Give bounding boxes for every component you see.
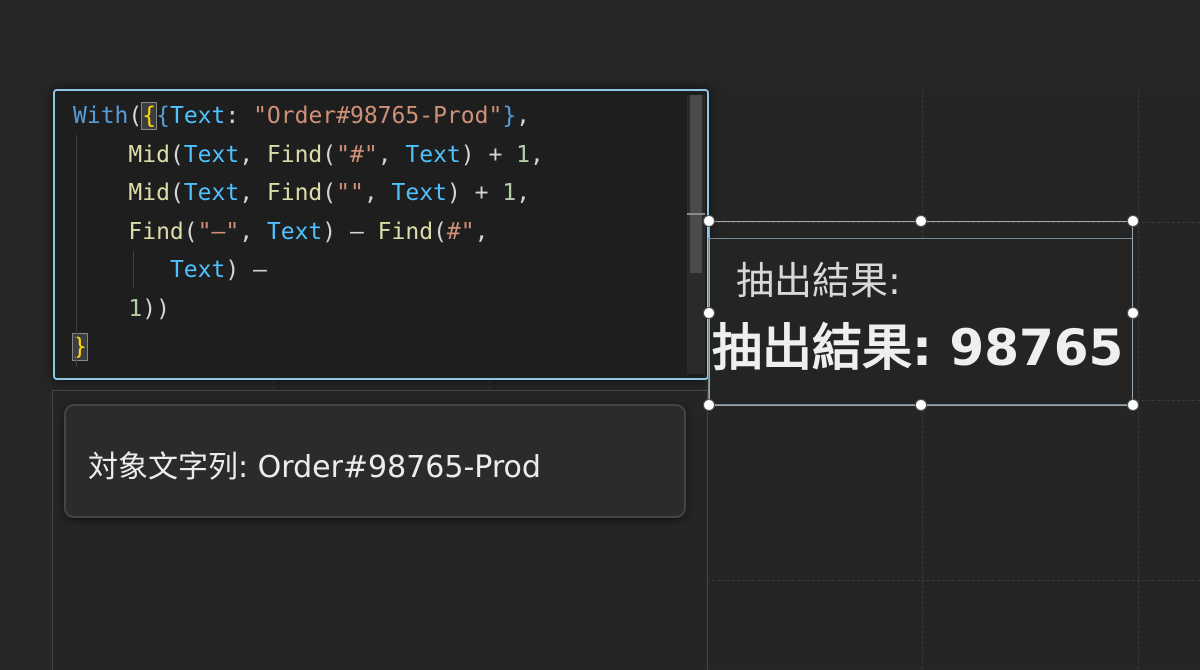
target-string-label[interactable]: 対象文字列: Order#98765-Prod <box>64 404 686 518</box>
code-line[interactable]: With({{Text: "Order#98765-Prod"}, <box>73 97 544 136</box>
indent-guide <box>76 135 77 367</box>
formula-editor[interactable]: With({{Text: "Order#98765-Prod"}, Mid(Te… <box>53 89 709 380</box>
resize-handle-top-right[interactable] <box>1127 215 1139 227</box>
code-token: "Order#98765-Prod" <box>253 103 503 129</box>
code-token: ( <box>322 180 337 206</box>
code-token: "#" <box>336 141 378 168</box>
code-token: , <box>239 218 267 245</box>
formula-code[interactable]: With({{Text: "Order#98765-Prod"}, Mid(Te… <box>72 97 544 367</box>
code-token: { <box>156 103 170 129</box>
code-token: ( <box>128 103 143 129</box>
code-line[interactable]: Text) – <box>73 251 544 290</box>
code-token: , <box>239 180 267 206</box>
code-token: Text <box>405 141 461 168</box>
code-token: Text <box>391 180 447 206</box>
code-token: 1 <box>516 141 531 168</box>
resize-handle-top-left[interactable] <box>703 215 715 227</box>
code-token: Mid <box>128 141 170 168</box>
code-token: Text <box>183 180 240 206</box>
code-token: , <box>474 218 489 245</box>
code-token: ( <box>183 218 198 245</box>
code-line[interactable]: 1)) <box>73 290 544 329</box>
resize-handle-bottom[interactable] <box>915 399 927 411</box>
code-token: { <box>141 102 158 130</box>
scrollbar-thumb[interactable] <box>690 95 702 273</box>
code-token: 1 <box>128 295 143 322</box>
code-line[interactable]: Mid(Text, Find("#", Text) + 1, <box>73 136 544 175</box>
resize-handle-bottom-right[interactable] <box>1127 399 1139 411</box>
code-token: ) – <box>225 257 267 283</box>
code-token: Text <box>169 257 226 283</box>
code-token: Text <box>266 218 323 245</box>
code-token: Text <box>169 103 226 129</box>
code-token: "–" <box>197 218 240 245</box>
code-token: , <box>377 141 406 168</box>
code-token: : <box>225 103 254 129</box>
code-token: , <box>239 141 267 168</box>
code-token: , <box>516 103 531 129</box>
resize-handle-right[interactable] <box>1127 307 1139 319</box>
result-label-caption: 抽出結果: <box>736 259 901 303</box>
code-token: ) + <box>460 141 517 168</box>
code-token: , <box>530 141 544 168</box>
resize-handle-bottom-left[interactable] <box>703 399 715 411</box>
indent-guide <box>133 251 134 289</box>
code-line[interactable]: Mid(Text, Find("", Text) + 1, <box>73 174 544 213</box>
code-token: ) – <box>322 218 378 245</box>
code-token: } <box>502 103 517 129</box>
code-token: Find <box>266 141 323 168</box>
code-token: )) <box>142 295 170 322</box>
code-token: , <box>516 180 531 206</box>
code-token: With <box>73 103 129 129</box>
code-token: "" <box>336 180 364 206</box>
code-line[interactable]: } <box>72 328 544 367</box>
code-token: ( <box>433 218 447 245</box>
resize-handle-left[interactable] <box>703 307 715 319</box>
resize-handle-top[interactable] <box>915 215 927 227</box>
code-token: Find <box>128 218 184 245</box>
code-token: ( <box>169 141 184 168</box>
code-token: ( <box>322 141 337 168</box>
code-line[interactable]: Find("–", Text) – Find(#", <box>73 213 544 252</box>
code-token: Find <box>266 180 323 206</box>
code-token: Text <box>183 141 240 168</box>
code-token: #" <box>446 218 475 245</box>
code-token: ) + <box>446 180 503 206</box>
scrollbar-cursor-marker <box>687 213 705 215</box>
code-token: Mid <box>128 180 170 206</box>
result-label-value: 抽出結果: 98765 <box>712 319 1124 377</box>
code-token: , <box>363 180 392 206</box>
code-token: ( <box>169 180 184 206</box>
grid-line-vertical <box>1138 90 1139 669</box>
editor-scrollbar[interactable] <box>687 95 705 374</box>
code-token: Find <box>377 218 434 245</box>
target-string-text: 対象文字列: Order#98765-Prod <box>88 450 541 485</box>
code-token: 1 <box>502 180 517 206</box>
